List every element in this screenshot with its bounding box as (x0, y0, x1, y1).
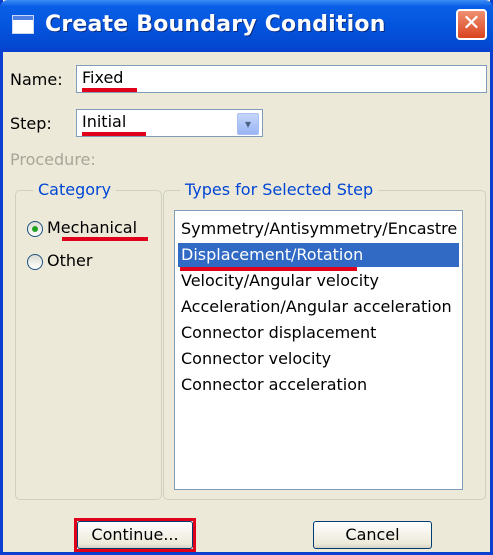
step-dropdown-button[interactable]: ▾ (237, 113, 259, 135)
list-item[interactable]: Connector velocity (178, 347, 459, 371)
step-label: Step: (10, 114, 52, 133)
name-annotation-underline (82, 88, 137, 92)
mechanical-annotation-underline (62, 237, 148, 241)
close-icon: ✕ (462, 11, 481, 36)
radio-other-label[interactable]: Other (47, 251, 92, 270)
list-item[interactable]: Velocity/Angular velocity (178, 269, 459, 293)
list-item-selected[interactable]: Displacement/Rotation (178, 243, 459, 267)
procedure-label: Procedure: (10, 150, 96, 169)
name-label: Name: (10, 70, 63, 89)
chevron-down-icon: ▾ (244, 117, 252, 131)
types-list[interactable]: Symmetry/Antisymmetry/Encastre Displacem… (174, 210, 463, 490)
name-input[interactable]: Fixed (76, 65, 487, 93)
window-title: Create Boundary Condition (45, 12, 386, 37)
name-value: Fixed (82, 68, 124, 87)
step-annotation-underline (82, 132, 146, 136)
list-item[interactable]: Acceleration/Angular acceleration (178, 295, 459, 319)
title-bar[interactable]: Create Boundary Condition ✕ (0, 0, 493, 52)
displacement-annotation-underline (180, 267, 357, 271)
cancel-button[interactable]: Cancel (313, 521, 432, 549)
radio-button-selected[interactable] (27, 221, 43, 237)
close-button[interactable]: ✕ (456, 9, 487, 40)
window-icon (12, 15, 34, 34)
radio-button-unselected[interactable] (27, 254, 43, 270)
radio-mechanical-label[interactable]: Mechanical (47, 218, 137, 237)
types-legend: Types for Selected Step (180, 180, 379, 199)
list-item[interactable]: Symmetry/Antisymmetry/Encastre (178, 217, 459, 241)
continue-button[interactable]: Continue... (77, 521, 193, 549)
list-item[interactable]: Connector acceleration (178, 373, 459, 397)
dialog-window: Create Boundary Condition ✕ Name: Fixed … (0, 0, 493, 555)
list-item[interactable]: Connector displacement (178, 321, 459, 345)
step-value: Initial (82, 112, 127, 131)
category-legend: Category (33, 180, 117, 199)
